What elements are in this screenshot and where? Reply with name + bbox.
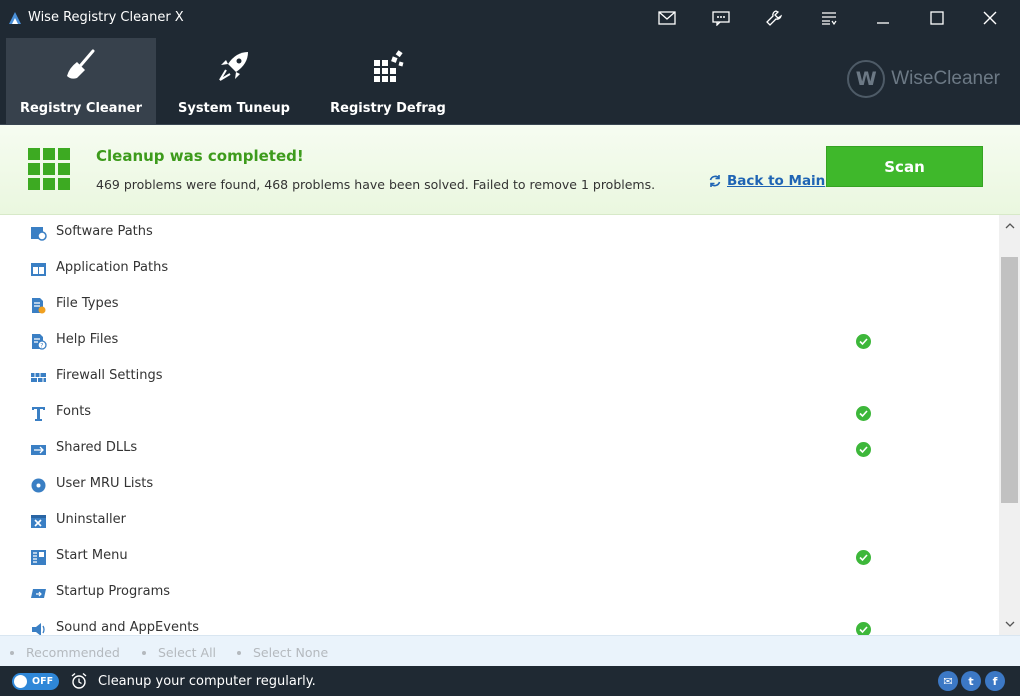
cleanup-status-panel: Cleanup was completed! 469 problems were… [0,125,1020,215]
brand-logo: W WiseCleaner [847,60,1000,98]
email-share-icon[interactable]: ✉ [938,671,958,691]
window-title: Wise Registry Cleaner X [28,10,184,25]
list-item-label: Software Paths [56,224,153,239]
mail-icon[interactable] [647,0,687,36]
shared-dlls-icon [31,445,46,455]
list-item-firewall-settings[interactable]: Firewall Settings [0,359,999,395]
main-navigation: Registry Cleaner System Tuneup Registry … [0,36,1020,125]
list-item-help-files[interactable]: ? Help Files [0,323,999,359]
list-item-start-menu[interactable]: Start Menu [0,539,999,575]
app-logo-icon [9,12,21,24]
list-item-user-mru-lists[interactable]: User MRU Lists [0,467,999,503]
uninstaller-icon [31,515,46,528]
start-menu-icon [31,550,46,565]
list-item-fonts[interactable]: Fonts [0,395,999,431]
tab-label: Registry Cleaner [19,101,143,116]
list-item-application-paths[interactable]: Application Paths [0,251,999,287]
wisecleaner-logo-icon: W [847,60,886,98]
refresh-icon [709,175,721,187]
maximize-icon[interactable] [917,0,957,36]
scrollbar-thumb[interactable] [1001,257,1018,503]
toggle-knob [14,675,27,688]
list-item-shared-dlls[interactable]: Shared DLLs [0,431,999,467]
mru-lists-icon [31,478,46,493]
menu-icon[interactable] [809,0,849,36]
status-title: Cleanup was completed! [96,147,304,165]
close-icon[interactable] [970,0,1010,36]
footer-message: Cleanup your computer regularly. [98,674,316,689]
list-item-file-types[interactable]: File Types [0,287,999,323]
list-item-label: Help Files [56,332,119,347]
rocket-icon [214,46,254,86]
fonts-icon [32,407,45,421]
twitter-icon[interactable]: t [961,671,981,691]
startup-programs-icon [31,589,46,598]
check-icon [856,406,871,421]
recommended-link[interactable]: Recommended [10,645,120,660]
check-icon [856,550,871,565]
scan-button[interactable]: Scan [826,146,983,187]
registry-category-list: Software Paths Application Paths File Ty… [0,215,999,635]
list-item-label: File Types [56,296,119,311]
footer-bar: OFF Cleanup your computer regularly. ✉ t… [0,666,1020,696]
list-scrollbar[interactable] [999,215,1020,635]
select-all-label: Select All [158,645,217,660]
select-all-link[interactable]: Select All [142,645,216,660]
selection-bar: Recommended Select All Select None [0,635,1020,666]
select-none-link[interactable]: Select None [237,645,328,660]
tab-system-tuneup[interactable]: System Tuneup [160,38,308,124]
bullet-icon [237,650,241,655]
facebook-icon[interactable]: f [985,671,1005,691]
tab-registry-cleaner[interactable]: Registry Cleaner [6,38,156,124]
tab-label: Registry Defrag [330,101,446,116]
list-item-uninstaller[interactable]: Uninstaller [0,503,999,539]
scroll-up-arrow-icon[interactable] [999,215,1020,237]
title-bar: Wise Registry Cleaner X [0,0,1020,36]
schedule-toggle[interactable]: OFF [12,673,59,690]
scroll-down-arrow-icon[interactable] [999,613,1020,635]
help-files-icon: ? [32,334,47,350]
minimize-icon[interactable] [863,0,903,36]
software-paths-icon [31,227,47,241]
tab-label: System Tuneup [177,101,290,116]
list-item-label: Firewall Settings [56,368,163,383]
file-types-icon [32,298,46,314]
svg-text:?: ? [40,343,43,350]
alarm-clock-icon [71,672,87,689]
check-icon [856,622,871,635]
tab-registry-defrag[interactable]: Registry Defrag [312,38,464,124]
list-item-startup-programs[interactable]: Startup Programs [0,575,999,611]
firewall-icon [31,373,46,382]
back-link-label: Back to Main [727,173,826,189]
defrag-blocks-icon [368,46,408,86]
bullet-icon [142,650,146,655]
status-summary: 469 problems were found, 468 problems ha… [96,177,656,192]
list-item-label: Application Paths [56,260,169,275]
sound-icon [32,623,45,635]
completed-grid-icon [28,148,70,190]
select-none-label: Select None [253,645,329,660]
list-item-label: Startup Programs [56,584,171,599]
check-icon [856,334,871,349]
list-item-label: Shared DLLs [56,440,138,455]
list-item-label: Sound and AppEvents [56,620,200,635]
list-item-sound-appevents[interactable]: Sound and AppEvents [0,611,999,635]
check-icon [856,442,871,457]
feedback-icon[interactable] [701,0,741,36]
list-item-software-paths[interactable]: Software Paths [0,215,999,251]
list-item-label: User MRU Lists [56,476,154,491]
application-paths-icon [31,263,46,276]
bullet-icon [10,650,14,655]
brand-name: WiseCleaner [891,68,1000,89]
recommended-label: Recommended [26,645,120,660]
list-item-label: Start Menu [56,548,128,563]
settings-wrench-icon[interactable] [754,0,794,36]
back-to-main-link[interactable]: Back to Main [708,173,825,189]
toggle-label: OFF [32,676,54,687]
list-item-label: Uninstaller [56,512,127,527]
list-item-label: Fonts [56,404,92,419]
broom-icon [61,46,101,86]
